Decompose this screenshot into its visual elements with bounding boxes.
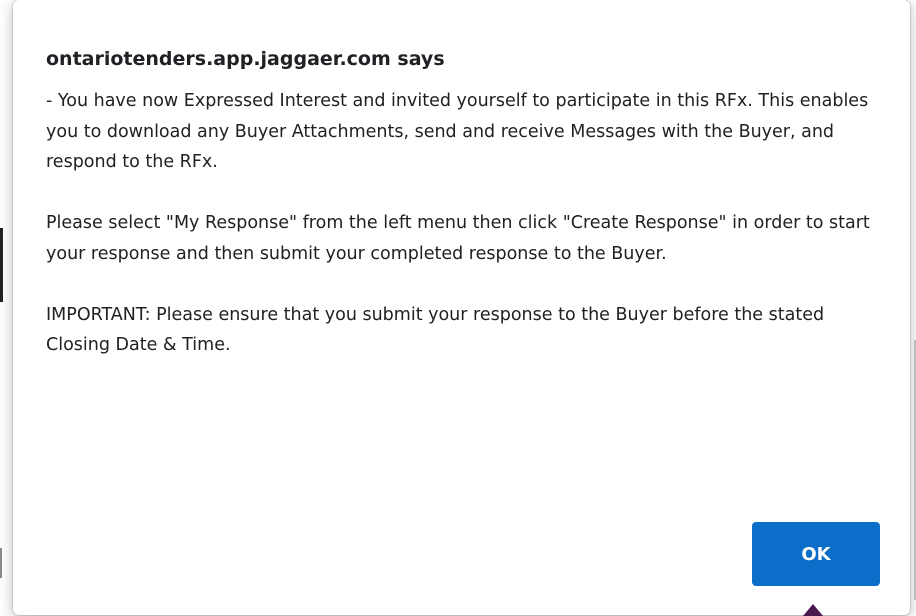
mouse-cursor-icon <box>803 604 823 616</box>
dialog-paragraph: Please select "My Response" from the lef… <box>46 213 870 264</box>
dialog-message: - You have now Expressed Interest and in… <box>46 86 876 361</box>
background-edge-mark <box>0 548 2 578</box>
alert-dialog: ontariotenders.app.jaggaer.com says - Yo… <box>13 0 910 615</box>
dialog-paragraph: IMPORTANT: Please ensure that you submit… <box>46 304 825 356</box>
dialog-title: ontariotenders.app.jaggaer.com says <box>46 48 445 70</box>
ok-button[interactable]: OK <box>752 522 880 586</box>
background-edge-mark <box>0 228 3 302</box>
dialog-paragraph: - You have now Expressed Interest and in… <box>46 91 869 172</box>
